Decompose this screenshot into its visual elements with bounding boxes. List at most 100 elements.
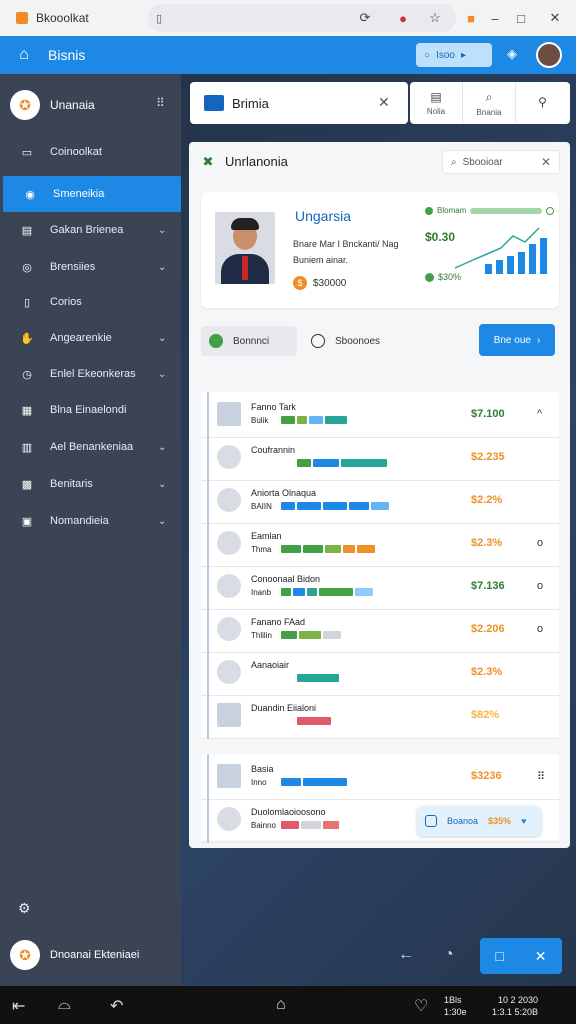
toast-notification[interactable]: Boanoa $35% ♥	[417, 806, 541, 836]
home-icon[interactable]: ⌂	[276, 996, 286, 1014]
search-button[interactable]: ○ Isoo ▸	[416, 43, 492, 67]
close-icon[interactable]: ✕	[535, 948, 547, 965]
document-tab-card[interactable]: Brimia ✕	[190, 82, 408, 124]
close-icon[interactable]: ✕	[378, 94, 390, 111]
sidebar-item-label: Nomandieia	[50, 515, 109, 527]
heart-icon[interactable]: ♡	[414, 996, 428, 1016]
sidebar-brand[interactable]: ✪ Unanaia	[10, 90, 95, 120]
filter-chip-bonnnci[interactable]: Bonnnci	[201, 326, 297, 356]
chevron-down-icon: ⌄	[158, 478, 167, 490]
table-row[interactable]: Eamlan Thma $2.3% o	[201, 521, 559, 567]
maximize-icon[interactable]: □	[512, 9, 530, 27]
row-bar-segment	[299, 631, 321, 639]
tab-user[interactable]: ⚲	[516, 82, 569, 124]
user-icon: ⚲	[538, 94, 547, 109]
clock-left: 1Bls 1:30e	[444, 995, 467, 1017]
row-bar-segment	[355, 588, 373, 596]
sidebar-item-coinoolkat[interactable]: ▭ Coinoolkat	[0, 134, 181, 170]
table-row[interactable]: Fanano FAad Thlilin $2.206 o	[201, 607, 559, 653]
sidebar-item-brensiies[interactable]: ◎ Brensiies ⌄	[0, 249, 181, 285]
sidebar-item-nomandieia[interactable]: ▣ Nomandieia ⌄	[0, 503, 181, 539]
profile-percent-value: $30%	[438, 272, 462, 282]
tab-bnania[interactable]: ⌕ Bnania	[463, 82, 516, 124]
close-icon[interactable]: ✕	[546, 9, 564, 27]
notification-icon[interactable]: ●	[394, 9, 412, 27]
trend-bar	[529, 244, 536, 274]
brand-x-icon: ✖	[202, 153, 214, 169]
table-row[interactable]: Aanaoiair $2.3%	[201, 650, 559, 696]
row-sub: Inanb	[251, 588, 272, 597]
browser-tab-title[interactable]: Bkooolkat	[36, 11, 156, 25]
sidebar-item-gakan-brienea[interactable]: ▤ Gakan Brienea ⌄	[0, 212, 181, 248]
collapse-icon[interactable]: ^	[537, 408, 542, 420]
row-bars	[281, 778, 347, 786]
row-bars	[281, 545, 375, 553]
profile-big-value: $0.30	[425, 230, 456, 244]
recent-apps-icon[interactable]: ⌓	[58, 996, 71, 1014]
panel-search-input[interactable]: ⌕ Sbooioar ✕	[442, 150, 560, 174]
minimize-icon[interactable]: –	[486, 9, 504, 27]
star-icon[interactable]: ☆	[426, 9, 444, 27]
timer-icon[interactable]: ◔	[444, 946, 454, 964]
avatar	[217, 531, 241, 555]
home-icon[interactable]: ⌂	[14, 45, 34, 65]
sidebar-user[interactable]: ✪ Dnoanai Ekteniaei	[10, 940, 139, 970]
sidebar-item-ael-benankeniaa[interactable]: ▥ Ael Benankeniaa ⌄	[0, 429, 181, 465]
table-row[interactable]: Duandin Eiialoni $82%	[201, 693, 559, 739]
row-bar-segment	[323, 631, 341, 639]
profile-description: Bnare Mar I Bnckanti/ Nag Buniem ainar.	[293, 239, 399, 265]
table-row[interactable]: Aniorta Olnaqua BAIIN $2.2%	[201, 478, 559, 524]
shield-icon[interactable]: ◈	[504, 46, 520, 62]
table-row[interactable]: Fanno Tark Bulik $7.100 ^	[201, 392, 559, 438]
clear-search-icon[interactable]: ✕	[541, 155, 551, 169]
drag-handle-icon[interactable]: ⠿	[156, 96, 165, 110]
back-gesture-icon[interactable]: ⇤	[12, 996, 25, 1016]
sidebar-item-benitaris[interactable]: ▩ Benitaris ⌄	[0, 466, 181, 502]
settings-gear-icon[interactable]: ⚙	[18, 900, 31, 917]
percent-icon	[425, 272, 434, 282]
top-tabs: ▤ Nolia ⌕ Bnania ⚲	[410, 82, 570, 124]
heart-icon[interactable]: ♥	[521, 816, 526, 826]
clock-icon: ◷	[22, 368, 32, 381]
table-row[interactable]: Conoonaal Bidon Inanb $7.136 o	[201, 564, 559, 610]
radio-icon[interactable]: o	[537, 580, 543, 592]
row-bar-segment	[297, 717, 331, 725]
tab-icon[interactable]: ■	[462, 9, 480, 27]
undo-icon[interactable]: ↶	[110, 996, 123, 1016]
avatar[interactable]	[536, 42, 562, 68]
row-bar-segment	[303, 778, 347, 786]
stat-label: Blomam	[437, 206, 467, 215]
row-amount: $2.2%	[471, 494, 503, 506]
floating-actions: ← ◔ □ ✕	[390, 938, 566, 974]
sidebar-item-smeneikia[interactable]: ◉ Smeneikia	[3, 176, 181, 212]
sidebar-item-corios[interactable]: ▯ Corios	[0, 284, 181, 320]
table-row[interactable]: Basia Inno $3236 ⠿	[201, 754, 559, 800]
radio-icon[interactable]: o	[537, 623, 543, 635]
profile-card[interactable]: Ungarsia Bnare Mar I Bnckanti/ Nag Bunie…	[201, 192, 559, 308]
sidebar-item-angearenkie[interactable]: ✋ Angearenkie ⌄	[0, 320, 181, 356]
row-sub: BAIIN	[251, 502, 272, 511]
avatar	[217, 617, 241, 641]
filter-chip-sboonoes[interactable]: Sboonoes	[311, 326, 411, 356]
avatar	[217, 660, 241, 684]
filter-chip-label: Bonnnci	[233, 335, 270, 347]
search-icon: ○	[424, 49, 431, 61]
radio-icon[interactable]: o	[537, 537, 543, 549]
row-bar-segment	[343, 545, 355, 553]
drag-handle-icon[interactable]: ⠿	[537, 770, 545, 783]
profile-percent: $30%	[425, 272, 461, 282]
reload-icon[interactable]: ⟳	[356, 9, 374, 27]
row-name: Aniorta Olnaqua	[251, 488, 317, 498]
sidebar-item-blna-einaelondi[interactable]: ▦ Blna Einaelondi	[0, 392, 181, 428]
table-row[interactable]: Coufrannin $2.235	[201, 435, 559, 481]
table-icon: ▥	[21, 441, 33, 454]
sidebar-item-enlel-ekeonkeras[interactable]: ◷ Enlel Ekeonkeras ⌄	[0, 356, 181, 392]
square-icon[interactable]: □	[495, 948, 503, 964]
row-amount: $7.100	[471, 408, 505, 420]
sidebar-brand-name: Unanaia	[50, 98, 95, 112]
tab-nolia[interactable]: ▤ Nolia	[410, 82, 463, 124]
primary-action-button[interactable]: Bne oue ›	[479, 324, 555, 356]
sidebar-item-label: Gakan Brienea	[50, 224, 124, 236]
row-name: Eamlan	[251, 531, 282, 541]
back-arrow-icon[interactable]: ←	[398, 946, 414, 964]
